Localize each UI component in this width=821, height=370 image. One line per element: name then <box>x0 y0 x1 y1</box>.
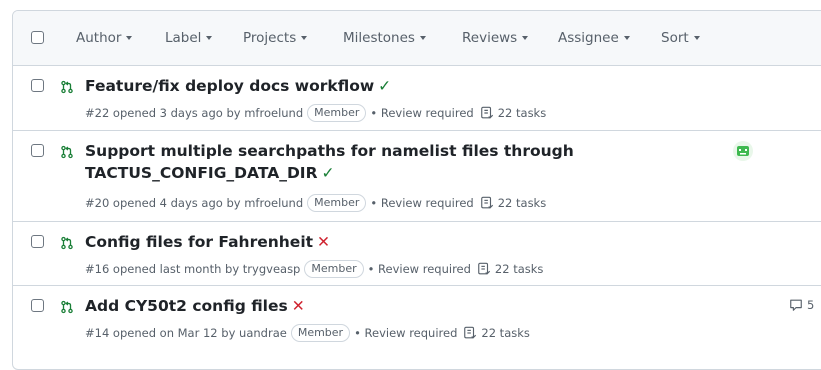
reviews-filter[interactable]: Reviews <box>462 30 529 46</box>
pull-request-title-text: Feature/fix deploy docs workflow <box>85 77 375 95</box>
comment-count[interactable]: 5 <box>789 298 814 312</box>
pull-request-title[interactable]: Support multiple searchpaths for namelis… <box>85 140 574 184</box>
tasks-count[interactable]: 22 tasks <box>498 106 547 120</box>
author-link[interactable]: mfroelund <box>244 196 303 210</box>
pull-request-row: Feature/fix deploy docs workflow ✓ #22 op… <box>13 66 821 131</box>
pull-request-title[interactable]: Add CY50t2 config files ✕ <box>85 295 305 317</box>
reviews-filter-label: Reviews <box>462 30 518 46</box>
select-row-checkbox[interactable] <box>31 79 44 92</box>
pull-request-list: Author Label Projects Milestones Reviews… <box>12 10 821 370</box>
review-status[interactable]: • Review required <box>370 196 473 210</box>
author-link[interactable]: trygveasp <box>243 262 301 276</box>
list-header: Author Label Projects Milestones Reviews… <box>13 11 821 66</box>
select-row-checkbox[interactable] <box>31 235 44 248</box>
tasks-count[interactable]: 22 tasks <box>495 262 544 276</box>
member-badge: Member <box>304 260 364 278</box>
milestones-filter[interactable]: Milestones <box>343 30 426 46</box>
label-filter[interactable]: Label <box>165 30 213 46</box>
pull-request-title[interactable]: Feature/fix deploy docs workflow ✓ <box>85 75 391 97</box>
checklist-icon <box>478 262 491 275</box>
avatar-icon[interactable] <box>733 141 753 161</box>
projects-filter[interactable]: Projects <box>243 30 308 46</box>
assignee-filter[interactable]: Assignee <box>558 30 630 46</box>
author-filter-label: Author <box>76 30 122 46</box>
tasks-count[interactable]: 22 tasks <box>481 326 530 340</box>
member-badge: Member <box>307 104 367 122</box>
member-badge: Member <box>290 324 351 342</box>
opened-text: #20 opened 4 days ago by <box>85 196 241 210</box>
opened-text: #14 opened on Mar 12 by <box>85 326 236 340</box>
pull-request-meta: #14 opened on Mar 12 by uandrae Member •… <box>85 324 530 342</box>
member-badge: Member <box>307 194 367 212</box>
projects-filter-label: Projects <box>243 30 297 46</box>
select-row-checkbox[interactable] <box>31 144 44 157</box>
pull-request-row: Config files for Fahrenheit ✕ #16 opened … <box>13 222 821 286</box>
pull-request-title[interactable]: Config files for Fahrenheit ✕ <box>85 231 330 253</box>
select-all-checkbox[interactable] <box>31 31 44 44</box>
tasks-count[interactable]: 22 tasks <box>498 196 547 210</box>
pull-request-meta: #16 opened last month by trygveasp Membe… <box>85 260 543 278</box>
git-pull-request-icon <box>61 145 73 159</box>
check-success-icon[interactable]: ✓ <box>378 77 391 95</box>
check-success-icon[interactable]: ✓ <box>322 164 335 182</box>
git-pull-request-icon <box>61 236 73 250</box>
git-pull-request-icon <box>61 80 73 94</box>
comment-count-value: 5 <box>807 298 815 312</box>
pull-request-title-text: Config files for Fahrenheit <box>85 233 314 251</box>
chevron-down-icon <box>126 36 133 40</box>
assignee-filter-label: Assignee <box>558 30 619 46</box>
opened-text: #16 opened last month by <box>85 262 240 276</box>
git-pull-request-icon <box>61 300 73 314</box>
pull-request-meta: #20 opened 4 days ago by mfroelund Membe… <box>85 194 546 212</box>
select-row-checkbox[interactable] <box>31 299 44 312</box>
chevron-down-icon <box>301 36 308 40</box>
pull-request-row: Add CY50t2 config files ✕ 5 #14 opened on… <box>13 286 821 366</box>
pull-request-title-text: Support multiple searchpaths for namelis… <box>85 142 574 160</box>
pull-request-title-text-line2: TACTUS_CONFIG_DATA_DIR <box>85 164 318 182</box>
milestones-filter-label: Milestones <box>343 30 415 46</box>
sort-filter[interactable]: Sort <box>661 30 700 46</box>
checklist-icon <box>480 196 493 209</box>
chevron-down-icon <box>206 36 213 40</box>
chevron-down-icon <box>693 36 700 40</box>
review-status[interactable]: • Review required <box>354 326 457 340</box>
pull-request-row: Support multiple searchpaths for namelis… <box>13 131 821 222</box>
review-status[interactable]: • Review required <box>370 106 473 120</box>
chevron-down-icon <box>522 36 529 40</box>
checklist-icon <box>464 326 477 339</box>
pull-request-title-text: Add CY50t2 config files <box>85 297 288 315</box>
checklist-icon <box>480 106 493 119</box>
chevron-down-icon <box>623 36 630 40</box>
author-link[interactable]: mfroelund <box>244 106 303 120</box>
sort-filter-label: Sort <box>661 30 689 46</box>
x-failure-icon[interactable]: ✕ <box>292 297 305 315</box>
author-filter[interactable]: Author <box>76 30 133 46</box>
author-link[interactable]: uandrae <box>239 326 287 340</box>
label-filter-label: Label <box>165 30 202 46</box>
review-status[interactable]: • Review required <box>368 262 471 276</box>
opened-text: #22 opened 3 days ago by <box>85 106 241 120</box>
x-failure-icon[interactable]: ✕ <box>317 233 330 251</box>
comment-icon <box>790 299 802 311</box>
chevron-down-icon <box>419 36 426 40</box>
pull-request-meta: #22 opened 3 days ago by mfroelund Membe… <box>85 104 546 122</box>
